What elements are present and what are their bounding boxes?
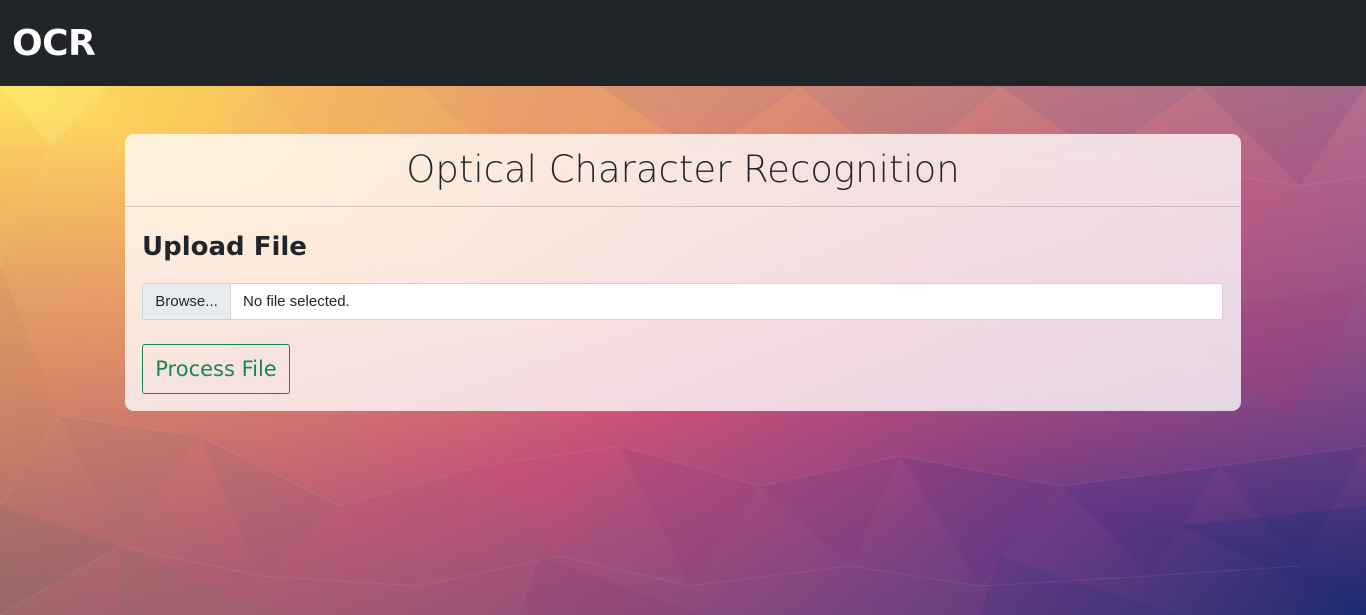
top-navbar: OCR bbox=[0, 0, 1366, 86]
ocr-card: Optical Character Recognition Upload Fil… bbox=[125, 134, 1241, 411]
upload-section-title: Upload File bbox=[142, 232, 307, 262]
process-file-button[interactable]: Process File bbox=[142, 344, 290, 394]
file-upload-input[interactable]: Browse... No file selected. bbox=[142, 283, 1223, 320]
browse-button[interactable]: Browse... bbox=[143, 284, 231, 319]
card-header: Optical Character Recognition bbox=[125, 134, 1241, 207]
page-title: Optical Character Recognition bbox=[406, 148, 960, 191]
brand-logo[interactable]: OCR bbox=[12, 22, 96, 66]
file-status-text: No file selected. bbox=[243, 293, 350, 310]
